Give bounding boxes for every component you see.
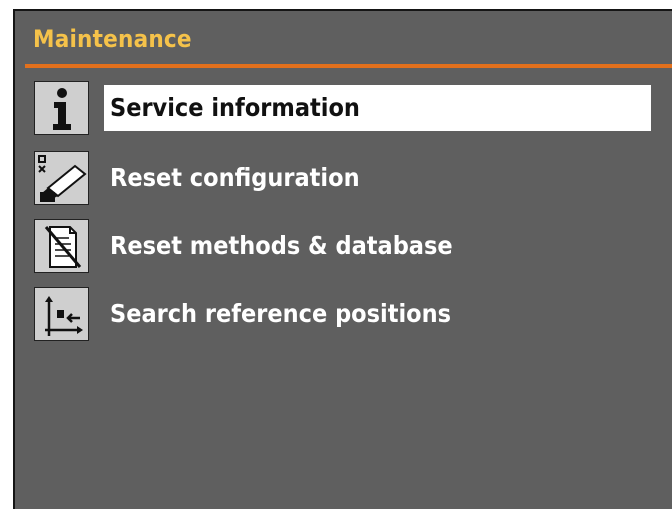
menu-item-search-reference-positions[interactable]: Search reference positions	[34, 287, 660, 343]
info-icon	[34, 81, 89, 135]
menu-item-reset-configuration[interactable]: Reset configuration	[34, 151, 660, 207]
menu-item-label: Service information	[104, 85, 651, 131]
menu-item-label: Reset configuration	[110, 163, 360, 192]
menu-item-service-information[interactable]: Service information	[34, 81, 660, 137]
reset-database-icon	[34, 219, 89, 273]
maintenance-screen: Maintenance Service information Reset co…	[13, 9, 672, 509]
title-divider	[25, 64, 672, 68]
menu-item-reset-methods-database[interactable]: Reset methods & database	[34, 219, 660, 275]
menu-item-label: Reset methods & database	[110, 231, 453, 260]
screen-title: Maintenance	[33, 25, 192, 53]
reset-configuration-icon	[34, 151, 89, 205]
reference-positions-icon	[34, 287, 89, 341]
menu-item-label: Search reference positions	[110, 299, 452, 328]
